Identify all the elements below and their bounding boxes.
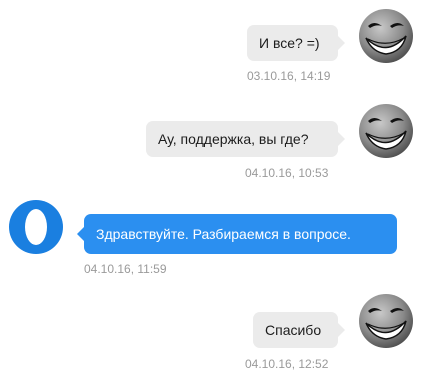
trollface-avatar-icon: [359, 9, 413, 63]
message-bubble: Здравствуйте. Разбираемся в вопросе.: [77, 214, 397, 254]
message-timestamp: 03.10.16, 14:19: [247, 69, 331, 83]
message-timestamp: 04.10.16, 10:53: [245, 166, 329, 180]
message-text: Спасибо: [265, 322, 322, 338]
user-avatar: [358, 293, 414, 349]
message-bubble: Ау, поддержка, вы где?: [146, 121, 345, 157]
message-text: Ау, поддержка, вы где?: [158, 131, 309, 147]
message-text: Здравствуйте. Разбираемся в вопросе.: [96, 226, 351, 242]
user-avatar: [358, 103, 414, 159]
trollface-avatar-icon: [359, 104, 413, 158]
message-bubble: Спасибо: [253, 312, 345, 348]
support-avatar: [8, 199, 64, 255]
support-logo-icon: [9, 200, 63, 254]
user-avatar: [358, 8, 414, 64]
message-bubble: И все? =): [247, 25, 345, 61]
message-timestamp: 04.10.16, 11:59: [84, 262, 167, 276]
trollface-avatar-icon: [359, 294, 413, 348]
message-timestamp: 04.10.16, 12:52: [245, 357, 329, 371]
message-text: И все? =): [259, 35, 320, 51]
